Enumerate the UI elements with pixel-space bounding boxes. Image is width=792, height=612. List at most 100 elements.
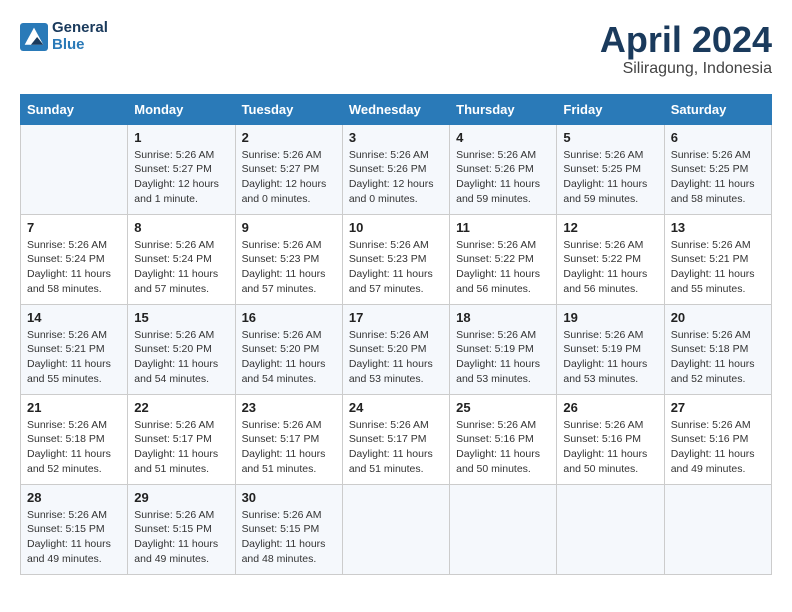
day-number: 3: [349, 130, 443, 145]
calendar-cell: 26 Sunrise: 5:26 AMSunset: 5:16 PMDayligh…: [557, 394, 664, 484]
calendar-cell: 24 Sunrise: 5:26 AMSunset: 5:17 PMDayligh…: [342, 394, 449, 484]
day-number: 23: [242, 400, 336, 415]
day-info: Sunrise: 5:26 AMSunset: 5:23 PMDaylight:…: [242, 238, 336, 297]
day-number: 19: [563, 310, 657, 325]
day-number: 11: [456, 220, 550, 235]
day-number: 4: [456, 130, 550, 145]
day-number: 22: [134, 400, 228, 415]
week-row-4: 21 Sunrise: 5:26 AMSunset: 5:18 PMDayligh…: [21, 394, 772, 484]
day-info: Sunrise: 5:26 AMSunset: 5:20 PMDaylight:…: [242, 328, 336, 387]
day-number: 6: [671, 130, 765, 145]
logo: General Blue: [20, 20, 108, 53]
day-info: Sunrise: 5:26 AMSunset: 5:27 PMDaylight:…: [242, 148, 336, 207]
col-header-monday: Monday: [128, 94, 235, 124]
day-info: Sunrise: 5:26 AMSunset: 5:16 PMDaylight:…: [563, 418, 657, 477]
day-info: Sunrise: 5:26 AMSunset: 5:23 PMDaylight:…: [349, 238, 443, 297]
week-row-5: 28 Sunrise: 5:26 AMSunset: 5:15 PMDayligh…: [21, 484, 772, 574]
day-info: Sunrise: 5:26 AMSunset: 5:22 PMDaylight:…: [563, 238, 657, 297]
day-info: Sunrise: 5:26 AMSunset: 5:18 PMDaylight:…: [671, 328, 765, 387]
day-info: Sunrise: 5:26 AMSunset: 5:18 PMDaylight:…: [27, 418, 121, 477]
day-number: 5: [563, 130, 657, 145]
day-number: 17: [349, 310, 443, 325]
calendar-cell: [342, 484, 449, 574]
day-info: Sunrise: 5:26 AMSunset: 5:24 PMDaylight:…: [134, 238, 228, 297]
calendar-cell: 13 Sunrise: 5:26 AMSunset: 5:21 PMDayligh…: [664, 214, 771, 304]
calendar-cell: [557, 484, 664, 574]
title-block: April 2024 Siliragung, Indonesia: [600, 20, 772, 78]
day-info: Sunrise: 5:26 AMSunset: 5:19 PMDaylight:…: [563, 328, 657, 387]
calendar-cell: [450, 484, 557, 574]
col-header-friday: Friday: [557, 94, 664, 124]
day-number: 8: [134, 220, 228, 235]
calendar-cell: 7 Sunrise: 5:26 AMSunset: 5:24 PMDaylight…: [21, 214, 128, 304]
day-info: Sunrise: 5:26 AMSunset: 5:19 PMDaylight:…: [456, 328, 550, 387]
location: Siliragung, Indonesia: [600, 60, 772, 78]
calendar-cell: 23Sunrise: 5:26 AMSunset: 5:17 PMDayligh…: [235, 394, 342, 484]
day-number: 9: [242, 220, 336, 235]
calendar-cell: 6 Sunrise: 5:26 AMSunset: 5:25 PMDaylight…: [664, 124, 771, 214]
calendar-body: 1 Sunrise: 5:26 AMSunset: 5:27 PMDaylight…: [21, 124, 772, 574]
calendar-header-row: SundayMondayTuesdayWednesdayThursdayFrid…: [21, 94, 772, 124]
day-info: Sunrise: 5:26 AMSunset: 5:15 PMDaylight:…: [27, 508, 121, 567]
day-info: Sunrise: 5:26 AMSunset: 5:27 PMDaylight:…: [134, 148, 228, 207]
calendar-cell: 30Sunrise: 5:26 AMSunset: 5:15 PMDayligh…: [235, 484, 342, 574]
calendar-cell: 4Sunrise: 5:26 AMSunset: 5:26 PMDaylight…: [450, 124, 557, 214]
calendar-cell: 11Sunrise: 5:26 AMSunset: 5:22 PMDayligh…: [450, 214, 557, 304]
day-number: 12: [563, 220, 657, 235]
calendar-cell: 8 Sunrise: 5:26 AMSunset: 5:24 PMDaylight…: [128, 214, 235, 304]
col-header-saturday: Saturday: [664, 94, 771, 124]
day-number: 24: [349, 400, 443, 415]
calendar-cell: 9 Sunrise: 5:26 AMSunset: 5:23 PMDaylight…: [235, 214, 342, 304]
day-info: Sunrise: 5:26 AMSunset: 5:15 PMDaylight:…: [134, 508, 228, 567]
day-number: 29: [134, 490, 228, 505]
calendar-cell: 28 Sunrise: 5:26 AMSunset: 5:15 PMDayligh…: [21, 484, 128, 574]
day-info: Sunrise: 5:26 AMSunset: 5:21 PMDaylight:…: [671, 238, 765, 297]
day-number: 27: [671, 400, 765, 415]
day-number: 20: [671, 310, 765, 325]
day-number: 1: [134, 130, 228, 145]
day-number: 26: [563, 400, 657, 415]
calendar-cell: 15Sunrise: 5:26 AMSunset: 5:20 PMDayligh…: [128, 304, 235, 394]
day-info: Sunrise: 5:26 AMSunset: 5:25 PMDaylight:…: [671, 148, 765, 207]
logo-text-blue: Blue: [52, 37, 108, 54]
day-info: Sunrise: 5:26 AMSunset: 5:17 PMDaylight:…: [134, 418, 228, 477]
calendar-cell: 21 Sunrise: 5:26 AMSunset: 5:18 PMDayligh…: [21, 394, 128, 484]
calendar-cell: 3 Sunrise: 5:26 AMSunset: 5:26 PMDaylight…: [342, 124, 449, 214]
day-number: 28: [27, 490, 121, 505]
day-info: Sunrise: 5:26 AMSunset: 5:17 PMDaylight:…: [349, 418, 443, 477]
logo-text-general: General: [52, 20, 108, 37]
col-header-thursday: Thursday: [450, 94, 557, 124]
week-row-3: 14 Sunrise: 5:26 AMSunset: 5:21 PMDayligh…: [21, 304, 772, 394]
day-info: Sunrise: 5:26 AMSunset: 5:16 PMDaylight:…: [671, 418, 765, 477]
calendar-cell: 2Sunrise: 5:26 AMSunset: 5:27 PMDaylight…: [235, 124, 342, 214]
page-header: General Blue April 2024 Siliragung, Indo…: [20, 20, 772, 78]
calendar-table: SundayMondayTuesdayWednesdayThursdayFrid…: [20, 94, 772, 575]
day-number: 13: [671, 220, 765, 235]
calendar-cell: 10 Sunrise: 5:26 AMSunset: 5:23 PMDayligh…: [342, 214, 449, 304]
calendar-cell: 22 Sunrise: 5:26 AMSunset: 5:17 PMDayligh…: [128, 394, 235, 484]
day-number: 7: [27, 220, 121, 235]
week-row-1: 1 Sunrise: 5:26 AMSunset: 5:27 PMDaylight…: [21, 124, 772, 214]
month-title: April 2024: [600, 20, 772, 60]
day-number: 14: [27, 310, 121, 325]
calendar-cell: 25Sunrise: 5:26 AMSunset: 5:16 PMDayligh…: [450, 394, 557, 484]
day-number: 16: [242, 310, 336, 325]
col-header-tuesday: Tuesday: [235, 94, 342, 124]
day-info: Sunrise: 5:26 AMSunset: 5:26 PMDaylight:…: [349, 148, 443, 207]
day-info: Sunrise: 5:26 AMSunset: 5:20 PMDaylight:…: [349, 328, 443, 387]
calendar-cell: [21, 124, 128, 214]
calendar-cell: 14 Sunrise: 5:26 AMSunset: 5:21 PMDayligh…: [21, 304, 128, 394]
day-info: Sunrise: 5:26 AMSunset: 5:15 PMDaylight:…: [242, 508, 336, 567]
calendar-cell: 16 Sunrise: 5:26 AMSunset: 5:20 PMDayligh…: [235, 304, 342, 394]
col-header-sunday: Sunday: [21, 94, 128, 124]
day-number: 10: [349, 220, 443, 235]
calendar-cell: 12 Sunrise: 5:26 AMSunset: 5:22 PMDayligh…: [557, 214, 664, 304]
calendar-cell: 1 Sunrise: 5:26 AMSunset: 5:27 PMDaylight…: [128, 124, 235, 214]
day-info: Sunrise: 5:26 AMSunset: 5:20 PMDaylight:…: [134, 328, 228, 387]
day-number: 21: [27, 400, 121, 415]
calendar-cell: 20 Sunrise: 5:26 AMSunset: 5:18 PMDayligh…: [664, 304, 771, 394]
day-info: Sunrise: 5:26 AMSunset: 5:21 PMDaylight:…: [27, 328, 121, 387]
day-info: Sunrise: 5:26 AMSunset: 5:24 PMDaylight:…: [27, 238, 121, 297]
day-info: Sunrise: 5:26 AMSunset: 5:16 PMDaylight:…: [456, 418, 550, 477]
calendar-cell: [664, 484, 771, 574]
